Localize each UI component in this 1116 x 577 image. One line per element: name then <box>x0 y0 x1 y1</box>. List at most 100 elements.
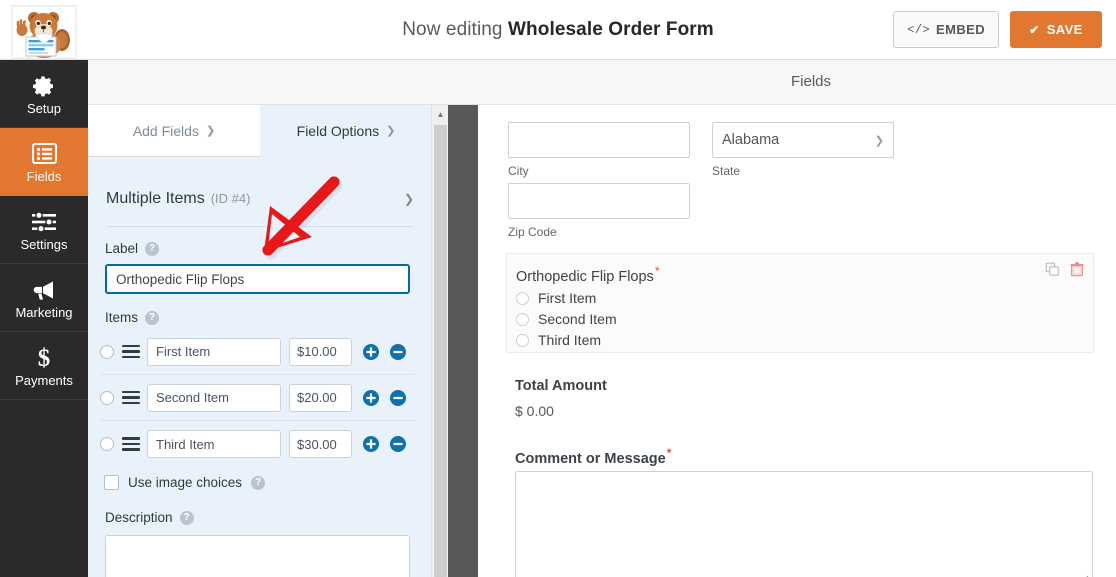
multiple-items-preview-field[interactable]: Orthopedic Flip Flops* First Item Second… <box>506 253 1094 353</box>
minus-circle-icon[interactable] <box>390 343 406 360</box>
items-section-label: Items ? <box>105 310 160 325</box>
drag-handle-icon[interactable] <box>122 344 140 359</box>
item-price-input[interactable] <box>289 430 352 458</box>
minus-circle-icon[interactable] <box>390 436 406 452</box>
dollar-sign-icon: $ <box>34 345 54 371</box>
tab-add-fields[interactable]: Add Fields ❯ <box>88 105 260 157</box>
drag-handle-icon[interactable] <box>122 437 140 451</box>
plus-circle-icon[interactable] <box>363 436 379 452</box>
question-mark-icon[interactable]: ? <box>145 241 160 256</box>
field-actions <box>1045 262 1084 282</box>
required-marker: * <box>666 446 672 460</box>
sidebar-item-setup[interactable]: Setup <box>0 60 88 128</box>
tab-field-options[interactable]: Field Options ❯ <box>260 105 432 157</box>
sidebar-item-settings-label: Settings <box>20 236 68 252</box>
sliders-icon <box>31 209 57 235</box>
use-image-choices-label: Use image choices <box>128 475 243 490</box>
use-image-choices-row[interactable]: Use image choices ? <box>104 475 266 490</box>
embed-button[interactable]: </> EMBED <box>893 11 999 48</box>
item-label-input[interactable] <box>147 383 281 412</box>
editing-prefix: Now editing <box>402 19 503 40</box>
item-label-input[interactable] <box>147 430 281 458</box>
tab-add-fields-label: Add Fields <box>132 122 199 139</box>
radio-icon[interactable] <box>516 312 529 326</box>
tab-field-options-label: Field Options <box>296 122 380 139</box>
state-select[interactable]: Alabama ❯ <box>712 122 894 158</box>
item-row <box>100 329 415 375</box>
radio-icon[interactable] <box>516 333 529 347</box>
left-sidebar-nav: Setup Fields Settings Marketing $ Paymen… <box>0 60 88 577</box>
panel-tabs: Add Fields ❯ Field Options ❯ <box>88 105 432 157</box>
question-mark-icon[interactable]: ? <box>179 510 194 525</box>
field-accordion-header[interactable]: Multiple Items (ID #4) ❯ <box>106 190 414 208</box>
comment-textarea[interactable] <box>515 471 1093 577</box>
save-button-label: SAVE <box>1046 22 1083 37</box>
city-input[interactable] <box>508 122 690 158</box>
sidebar-item-setup-label: Setup <box>27 100 61 116</box>
label-field-label-text: Label <box>105 241 139 256</box>
check-icon: ✔ <box>1029 22 1040 37</box>
question-mark-icon[interactable]: ? <box>251 475 266 490</box>
divider <box>106 226 414 227</box>
sidebar-item-payments[interactable]: $ Payments <box>0 332 88 400</box>
choice-label: First Item <box>538 290 597 306</box>
minus-circle-icon[interactable] <box>390 389 406 406</box>
chevron-down-icon: ❯ <box>874 134 884 147</box>
state-select-value: Alabama <box>722 132 780 148</box>
city-sublabel: City <box>508 164 529 178</box>
label-input[interactable] <box>105 264 410 294</box>
scrollbar-thumb[interactable] <box>434 125 447 577</box>
zip-input[interactable] <box>508 183 690 219</box>
plus-circle-icon[interactable] <box>363 343 379 360</box>
choice-label: Third Item <box>538 332 602 348</box>
multiple-items-field-title-text: Orthopedic Flip Flops <box>516 268 654 285</box>
sidebar-item-marketing[interactable]: Marketing <box>0 264 88 332</box>
radio-icon[interactable] <box>516 291 529 305</box>
panel-scrollbar[interactable]: ▲ <box>431 105 448 577</box>
item-price-input[interactable] <box>289 383 352 412</box>
scroll-up-arrow-icon[interactable]: ▲ <box>432 105 449 123</box>
resize-grip-icon[interactable] <box>1079 573 1089 577</box>
sidebar-item-payments-label: Payments <box>15 372 73 388</box>
radio-icon[interactable] <box>100 437 114 451</box>
choice-row[interactable]: First Item <box>516 290 596 306</box>
use-image-choices-checkbox[interactable] <box>104 475 119 490</box>
item-price-input[interactable] <box>289 337 352 366</box>
duplicate-icon[interactable] <box>1045 262 1060 282</box>
sidebar-item-settings[interactable]: Settings <box>0 196 88 264</box>
choice-row[interactable]: Second Item <box>516 311 617 327</box>
label-field-label: Label ? <box>105 241 160 256</box>
item-row <box>100 421 415 467</box>
items-section-label-text: Items <box>105 310 139 325</box>
description-textarea[interactable] <box>105 535 410 577</box>
item-row <box>100 375 415 421</box>
top-bar: Now editing Wholesale Order Form </> EMB… <box>0 0 1116 60</box>
zip-sublabel: Zip Code <box>508 225 557 239</box>
state-sublabel: State <box>712 164 741 178</box>
drag-handle-icon[interactable] <box>122 390 140 405</box>
comment-field-label-text: Comment or Message <box>515 450 666 467</box>
chevron-down-icon[interactable]: ❯ <box>404 192 414 206</box>
list-form-icon <box>31 141 57 167</box>
question-mark-icon[interactable]: ? <box>145 310 160 325</box>
choice-row[interactable]: Third Item <box>516 332 601 348</box>
save-button[interactable]: ✔ SAVE <box>1010 11 1102 48</box>
item-label-input[interactable] <box>147 337 281 366</box>
panel-preview-divider <box>448 105 478 577</box>
chevron-down-icon: ❯ <box>386 125 396 137</box>
radio-icon[interactable] <box>100 344 114 359</box>
form-builder-app: Now editing Wholesale Order Form </> EMB… <box>0 0 1116 577</box>
sidebar-item-fields-label: Fields <box>26 168 62 184</box>
plus-circle-icon[interactable] <box>363 389 379 406</box>
form-name: Wholesale Order Form <box>508 19 714 40</box>
embed-button-label: EMBED <box>936 22 985 37</box>
total-amount-value: $ 0.00 <box>515 403 554 419</box>
sidebar-item-fields[interactable]: Fields <box>0 128 88 196</box>
multiple-items-field-title: Orthopedic Flip Flops* <box>516 264 659 285</box>
sidebar-item-marketing-label: Marketing <box>15 304 73 320</box>
radio-icon[interactable] <box>100 390 114 405</box>
preview-header-title: Fields <box>790 73 831 90</box>
description-section-label: Description ? <box>105 510 194 525</box>
trash-icon[interactable] <box>1070 262 1084 282</box>
required-marker: * <box>654 264 660 278</box>
